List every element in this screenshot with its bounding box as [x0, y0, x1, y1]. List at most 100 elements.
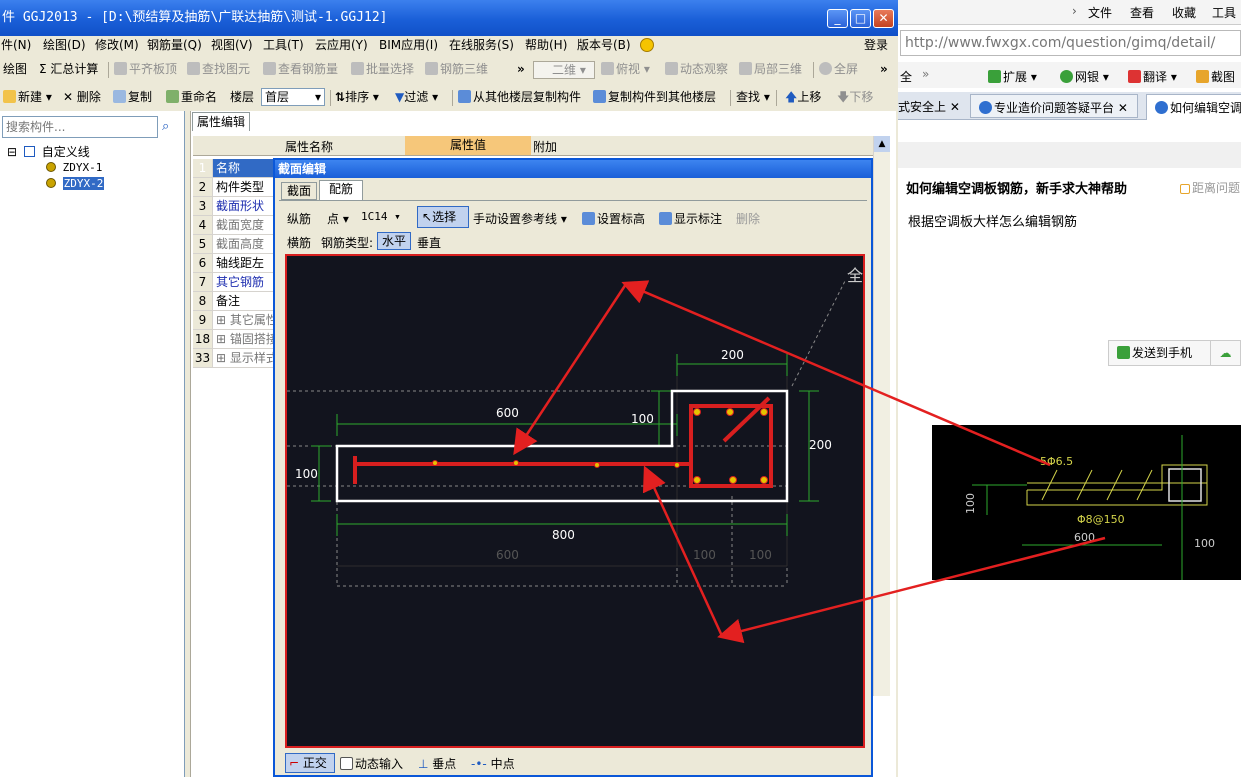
- component-gear-icon: [46, 162, 56, 172]
- fullscreen-button[interactable]: 全屏: [819, 59, 858, 79]
- tab-property-edit[interactable]: 属性编辑: [192, 112, 250, 131]
- move-down-button[interactable]: 🡇下移: [837, 87, 873, 107]
- view-rebar-qty-button[interactable]: 查看钢筋量: [263, 59, 338, 79]
- floor-select[interactable]: 首层 ▾: [261, 88, 325, 106]
- dynamic-view-button[interactable]: 动态观察: [665, 59, 728, 79]
- tree-item-zdyx-2[interactable]: ZDYX-2: [46, 177, 105, 190]
- menu-online[interactable]: 在线服务(S): [449, 36, 514, 54]
- tab-reinforcement[interactable]: 配筋: [319, 180, 363, 201]
- menu-tools[interactable]: 工具(T): [263, 36, 304, 54]
- cursor-arrow-icon: ↖: [422, 210, 433, 224]
- horizontal-button[interactable]: 水平: [377, 232, 411, 250]
- tree-root[interactable]: ⊟ 自定义线: [7, 143, 90, 160]
- component-search-input[interactable]: 搜索构件...: [2, 116, 158, 138]
- minimize-button[interactable]: _: [827, 9, 848, 28]
- toolbar-more-button[interactable]: »: [517, 59, 525, 79]
- prop-row[interactable]: 8 备注: [193, 292, 275, 311]
- find-dropdown-button[interactable]: 查找 ▾: [736, 87, 770, 107]
- maximize-button[interactable]: □: [850, 9, 871, 28]
- top-view-button[interactable]: 俯视 ▾: [601, 59, 650, 79]
- delete-button[interactable]: ✕ 删除: [63, 87, 101, 107]
- cloud-icon[interactable]: ☁: [1210, 340, 1241, 366]
- manual-ref-line-select[interactable]: 手动设置参考线 ▾: [473, 210, 567, 227]
- tab-security[interactable]: 式安全上 ✕: [898, 98, 960, 115]
- screenshot-button[interactable]: 截图: [1196, 68, 1235, 85]
- local-3d-button[interactable]: 局部三维: [739, 59, 802, 79]
- tab-current-question[interactable]: 如何编辑空调: [1146, 94, 1241, 120]
- menu-rebar[interactable]: 钢筋量(Q): [147, 36, 202, 54]
- summary-calc-button[interactable]: Σ 汇总计算: [39, 59, 98, 79]
- prop-row[interactable]: 3 截面形状: [193, 197, 275, 216]
- tab-qa-platform[interactable]: 专业造价问题答疑平台 ✕: [970, 94, 1138, 118]
- prop-row[interactable]: 9 ⊞ 其它属性: [193, 311, 275, 330]
- browser-menu-favorites[interactable]: 收藏: [1172, 4, 1196, 21]
- menu-draw[interactable]: 绘图(D): [43, 36, 86, 54]
- prop-row[interactable]: 2 构件类型: [193, 178, 275, 197]
- point-mode-select[interactable]: 点 ▾: [327, 210, 349, 227]
- menu-help[interactable]: 帮助(H): [525, 36, 567, 54]
- menu-version[interactable]: 版本号(B): [577, 36, 631, 54]
- prop-row[interactable]: 1 名称: [193, 159, 275, 178]
- batch-select-button[interactable]: 批量选择: [351, 59, 414, 79]
- tree-item-zdyx-1[interactable]: ZDYX-1: [46, 161, 102, 174]
- rename-button[interactable]: 重命名: [166, 87, 217, 107]
- section-drawing-canvas[interactable]: 200 600 100 200 100 800 600 100 100 全: [285, 254, 865, 748]
- menu-cloud[interactable]: 云应用(Y): [315, 36, 368, 54]
- browser-menu-file[interactable]: 文件: [1088, 4, 1112, 21]
- flush-slab-button[interactable]: 平齐板顶: [114, 59, 177, 79]
- vertical-button[interactable]: 垂直: [417, 234, 441, 251]
- helmet-icon[interactable]: [640, 38, 654, 52]
- address-bar[interactable]: http://www.fwxgx.com/question/gimq/detai…: [900, 30, 1241, 56]
- prop-row[interactable]: 4 截面宽度: [193, 216, 275, 235]
- filter-button[interactable]: ▼过滤 ▾: [395, 87, 438, 107]
- dynamic-input-toggle[interactable]: 动态输入: [340, 755, 403, 772]
- perpendicular-toggle[interactable]: ⊥ 垂点: [418, 755, 456, 772]
- browser-menu-view[interactable]: 查看: [1130, 4, 1154, 21]
- ebank-button[interactable]: 网银 ▾: [1060, 68, 1109, 85]
- copy-from-floor-button[interactable]: 从其他楼层复制构件: [458, 87, 581, 107]
- midpoint-toggle[interactable]: -•- 中点: [471, 755, 515, 772]
- menu-modify[interactable]: 修改(M): [95, 36, 139, 54]
- send-to-phone-button[interactable]: 发送到手机: [1108, 340, 1218, 366]
- extensions-button[interactable]: 扩展 ▾: [988, 68, 1037, 85]
- prop-row[interactable]: 6 轴线距左: [193, 254, 275, 273]
- toolbar-more2-button[interactable]: »: [880, 59, 888, 79]
- ortho-toggle[interactable]: ⌐ 正交: [285, 753, 335, 773]
- scroll-up-icon[interactable]: ▲: [874, 136, 890, 152]
- translate-button[interactable]: 翻译 ▾: [1128, 68, 1177, 85]
- prop-row[interactable]: 33 ⊞ 显示样式: [193, 349, 275, 368]
- move-up-button[interactable]: 🡅上移: [785, 87, 821, 107]
- set-elevation-button[interactable]: 设置标高: [582, 210, 645, 227]
- copy-to-floor-button[interactable]: 复制构件到其他楼层: [593, 87, 716, 107]
- browser-toolbar-more[interactable]: »: [922, 67, 929, 81]
- prop-row[interactable]: 18 ⊞ 锚固搭接: [193, 330, 275, 349]
- select-mode-button[interactable]: ↖选择: [417, 206, 469, 228]
- view-mode-select[interactable]: 二维 ▾: [533, 61, 595, 79]
- menu-bim[interactable]: BIM应用(I): [379, 36, 438, 54]
- prop-row[interactable]: 7 其它钢筋: [193, 273, 275, 292]
- image-dim-100: 100: [1194, 537, 1215, 550]
- menu-file[interactable]: 件(N): [1, 36, 31, 54]
- rebar-3d-button[interactable]: 钢筋三维: [425, 59, 488, 79]
- tree-collapse-icon[interactable]: ⊟: [7, 145, 17, 159]
- question-title[interactable]: 如何编辑空调板钢筋，新手求大神帮助: [906, 178, 1127, 197]
- find-element-button[interactable]: 查找图元: [187, 59, 250, 79]
- browser-menu-tools[interactable]: 工具: [1212, 4, 1236, 21]
- prop-row[interactable]: 5 截面高度: [193, 235, 275, 254]
- show-dimension-button[interactable]: 显示标注: [659, 210, 722, 227]
- sort-button[interactable]: ⇅排序 ▾: [335, 87, 379, 107]
- dialog-delete-button[interactable]: 删除: [736, 210, 760, 227]
- draw-button[interactable]: 绘图: [3, 59, 27, 79]
- new-button[interactable]: 新建 ▾: [3, 87, 52, 107]
- login-link[interactable]: 登录: [864, 36, 888, 54]
- bar-spec-select[interactable]: 1C14 ▾: [361, 208, 411, 226]
- close-button[interactable]: ✕: [873, 9, 894, 28]
- dim-bottom-100b: 100: [749, 548, 772, 562]
- tab-section[interactable]: 截面: [281, 182, 317, 200]
- property-scrollbar[interactable]: ▲: [873, 136, 890, 696]
- search-icon[interactable]: ⌕: [162, 118, 180, 136]
- copy-button[interactable]: 复制: [113, 87, 152, 107]
- bar-type-label: 钢筋类型:: [321, 236, 374, 250]
- menu-view[interactable]: 视图(V): [211, 36, 253, 54]
- question-attached-image[interactable]: 5Φ6.5 Φ8@150 600 100 100: [932, 425, 1241, 580]
